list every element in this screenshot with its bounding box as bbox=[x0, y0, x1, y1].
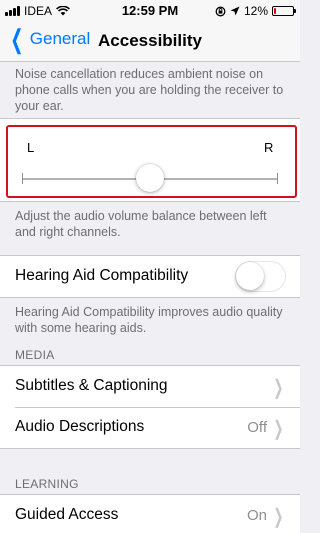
battery-percent: 12% bbox=[243, 4, 268, 18]
battery-fill bbox=[274, 8, 277, 14]
hearing-aid-label: Hearing Aid Compatibility bbox=[15, 267, 189, 284]
rotation-lock-icon bbox=[215, 6, 226, 16]
learning-group: Guided Access On ❯ bbox=[0, 494, 300, 533]
chevron-right-icon: ❯ bbox=[273, 506, 284, 528]
balance-tick-right bbox=[277, 173, 278, 184]
hearing-aid-footer: Hearing Aid Compatibility improves audio… bbox=[15, 305, 283, 335]
battery-icon bbox=[272, 6, 296, 16]
hearing-aid-group: Hearing Aid Compatibility bbox=[0, 255, 300, 298]
audio-descriptions-label: Audio Descriptions bbox=[15, 418, 145, 435]
audio-descriptions-cell[interactable]: Audio Descriptions Off ❯ bbox=[0, 407, 300, 448]
chevron-right-icon: ❯ bbox=[273, 377, 284, 399]
media-group: Subtitles & Captioning ❯ Audio Descripti… bbox=[0, 365, 300, 449]
guided-access-cell[interactable]: Guided Access On ❯ bbox=[0, 495, 300, 533]
balance-tick-left bbox=[22, 173, 23, 184]
media-section-header: MEDIA bbox=[15, 348, 55, 362]
guided-access-label: Guided Access bbox=[15, 506, 119, 523]
toggle-knob bbox=[236, 262, 264, 290]
guided-access-value: On bbox=[246, 507, 267, 524]
audio-descriptions-value: Off bbox=[247, 419, 267, 436]
chevron-right-icon: ❯ bbox=[273, 418, 284, 440]
noise-cancellation-footer: Noise cancellation reduces ambient noise… bbox=[15, 67, 284, 113]
balance-left-label: L bbox=[27, 140, 35, 155]
balance-right-label: R bbox=[264, 140, 274, 155]
balance-footer: Adjust the audio volume balance between … bbox=[15, 209, 267, 239]
page-title: Accessibility bbox=[98, 31, 202, 50]
learning-section-header: LEARNING bbox=[15, 477, 79, 491]
status-bar: IDEA 12:59 PM 12% bbox=[0, 0, 300, 20]
subtitles-captioning-label: Subtitles & Captioning bbox=[15, 377, 168, 394]
balance-slider-thumb[interactable] bbox=[136, 164, 164, 192]
status-right: 12% bbox=[215, 4, 296, 18]
navigation-bar: ❮ General Accessibility bbox=[0, 20, 300, 62]
subtitles-captioning-cell[interactable]: Subtitles & Captioning ❯ bbox=[0, 366, 300, 407]
location-icon bbox=[230, 6, 240, 16]
hearing-aid-cell: Hearing Aid Compatibility bbox=[0, 256, 300, 297]
hearing-aid-toggle[interactable] bbox=[235, 261, 286, 292]
